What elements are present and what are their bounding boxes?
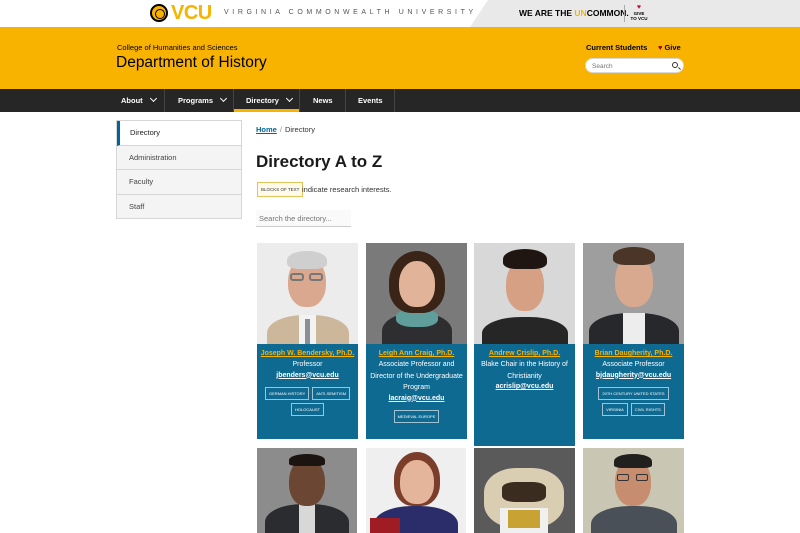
- person-name-link[interactable]: Andrew Crislip, Ph.D.: [474, 350, 575, 357]
- breadcrumb-home-link[interactable]: Home: [256, 125, 277, 134]
- person-email-link[interactable]: bjdaugherity@vcu.edu: [583, 372, 684, 379]
- person-name-link[interactable]: Brian Daugherity, Ph.D.: [583, 350, 684, 357]
- tagline-post: COMMON.: [586, 8, 629, 18]
- nav-divider: [164, 89, 165, 112]
- sidebar-item-staff[interactable]: Staff: [117, 194, 241, 219]
- research-tags: 20TH CENTURY UNITED STATES VIRGINIA CIVI…: [583, 386, 684, 416]
- mascot-photo[interactable]: [474, 448, 575, 533]
- chevron-down-icon: [149, 94, 157, 103]
- vcu-seal-icon[interactable]: [150, 4, 168, 22]
- research-tag: 20TH CENTURY UNITED STATES: [598, 386, 669, 400]
- nav-active-indicator: [234, 109, 299, 112]
- department-header: College of Humanities and Sciences Depar…: [0, 27, 800, 89]
- nav-divider: [345, 89, 346, 112]
- person-photo[interactable]: [366, 243, 467, 344]
- research-tag: GERMAN HISTORY: [264, 386, 310, 400]
- tagline-accent: UN: [574, 8, 587, 18]
- search-icon[interactable]: [672, 62, 678, 68]
- chevron-down-icon: [285, 94, 293, 103]
- topbar-divider: [624, 5, 625, 22]
- current-students-link[interactable]: Current Students: [586, 43, 647, 52]
- nav-divider: [394, 89, 395, 112]
- heart-icon: ♥: [636, 4, 642, 11]
- give-to-vcu-link[interactable]: ♥ GIVE TO VCU: [629, 4, 649, 21]
- nav-divider: [299, 89, 300, 112]
- sidebar-item-directory[interactable]: Directory: [117, 121, 241, 146]
- vcu-logo[interactable]: VCU: [171, 2, 212, 25]
- sidebar-item-administration[interactable]: Administration: [117, 145, 241, 170]
- main-nav: About Programs Directory News Events: [0, 89, 800, 112]
- nav-programs-label: Programs: [178, 96, 214, 105]
- person-name-link[interactable]: Leigh Ann Craig, Ph.D.: [366, 350, 467, 357]
- person-photo[interactable]: [366, 448, 466, 533]
- legend-text: indicate research interests.: [302, 185, 392, 194]
- person-info: Brian Daugherity, Ph.D. Associate Profes…: [583, 344, 684, 439]
- university-name: VIRGINIA COMMONWEALTH UNIVERSITY: [224, 9, 477, 16]
- site-search-input[interactable]: [592, 61, 670, 71]
- research-tag: HOLOCAUST: [291, 402, 324, 416]
- person-info: Leigh Ann Craig, Ph.D. Associate Profess…: [366, 344, 467, 439]
- person-email-link[interactable]: jbenders@vcu.edu: [257, 372, 358, 379]
- person-email-link[interactable]: acrislip@vcu.edu: [474, 383, 575, 390]
- give-label: Give: [664, 43, 681, 52]
- vcu-topbar: VCU VIRGINIA COMMONWEALTH UNIVERSITY WE …: [0, 0, 800, 27]
- person-email-link[interactable]: lacraig@vcu.edu: [366, 395, 467, 402]
- research-tag: VIRGINIA: [602, 402, 628, 416]
- uncommon-tagline[interactable]: WE ARE THE UNCOMMON.: [519, 8, 629, 18]
- research-tag: CIVIL RIGHTS: [630, 402, 665, 416]
- nav-about-label: About: [121, 96, 143, 105]
- nav-directory-label: Directory: [246, 96, 279, 105]
- person-title: Blake Chair in the History of Christiani…: [481, 361, 568, 380]
- nav-events[interactable]: Events: [358, 89, 383, 112]
- person-title: Professor: [292, 361, 323, 368]
- give-line2: TO VCU: [630, 16, 648, 21]
- person-photo[interactable]: [583, 448, 684, 533]
- breadcrumb: Home / Directory: [256, 125, 315, 134]
- breadcrumb-separator: /: [279, 125, 282, 134]
- nav-programs[interactable]: Programs: [178, 89, 228, 112]
- person-photo[interactable]: [257, 448, 357, 533]
- heart-icon: ♥: [658, 43, 663, 52]
- research-tag: ANTI-SEMITISM: [312, 386, 351, 400]
- directory-search-input[interactable]: [256, 210, 351, 227]
- person-info: Andrew Crislip, Ph.D. Blake Chair in the…: [474, 344, 575, 446]
- research-tags: MEDIEVAL EUROPE: [366, 409, 467, 423]
- chevron-down-icon: [219, 94, 228, 103]
- tagline-pre: WE ARE THE: [519, 8, 575, 18]
- person-photo[interactable]: [474, 243, 575, 344]
- legend-tag: BLOCKS OF TEXT: [257, 182, 304, 197]
- person-title: Associate Professor and Director of the …: [370, 361, 463, 391]
- site-search: [585, 58, 684, 73]
- give-link[interactable]: ♥ Give: [658, 43, 681, 52]
- person-title: Associate Professor: [602, 361, 665, 368]
- research-tags: GERMAN HISTORY ANTI-SEMITISM HOLOCAUST: [257, 386, 358, 416]
- department-title[interactable]: Department of History: [116, 54, 267, 72]
- college-link[interactable]: College of Humanities and Sciences: [117, 43, 237, 52]
- sidebar-item-faculty[interactable]: Faculty: [117, 170, 241, 195]
- person-info: Joseph W. Bendersky, Ph.D. Professor jbe…: [257, 344, 358, 439]
- person-name-link[interactable]: Joseph W. Bendersky, Ph.D.: [257, 350, 358, 357]
- person-photo[interactable]: [257, 243, 358, 344]
- nav-news[interactable]: News: [313, 89, 333, 112]
- research-tag: MEDIEVAL EUROPE: [393, 409, 440, 423]
- page-title: Directory A to Z: [256, 152, 383, 171]
- sidebar: Directory Administration Faculty Staff: [116, 120, 242, 219]
- person-photo[interactable]: [583, 243, 684, 344]
- breadcrumb-current: Directory: [284, 125, 315, 134]
- nav-about[interactable]: About: [121, 89, 157, 112]
